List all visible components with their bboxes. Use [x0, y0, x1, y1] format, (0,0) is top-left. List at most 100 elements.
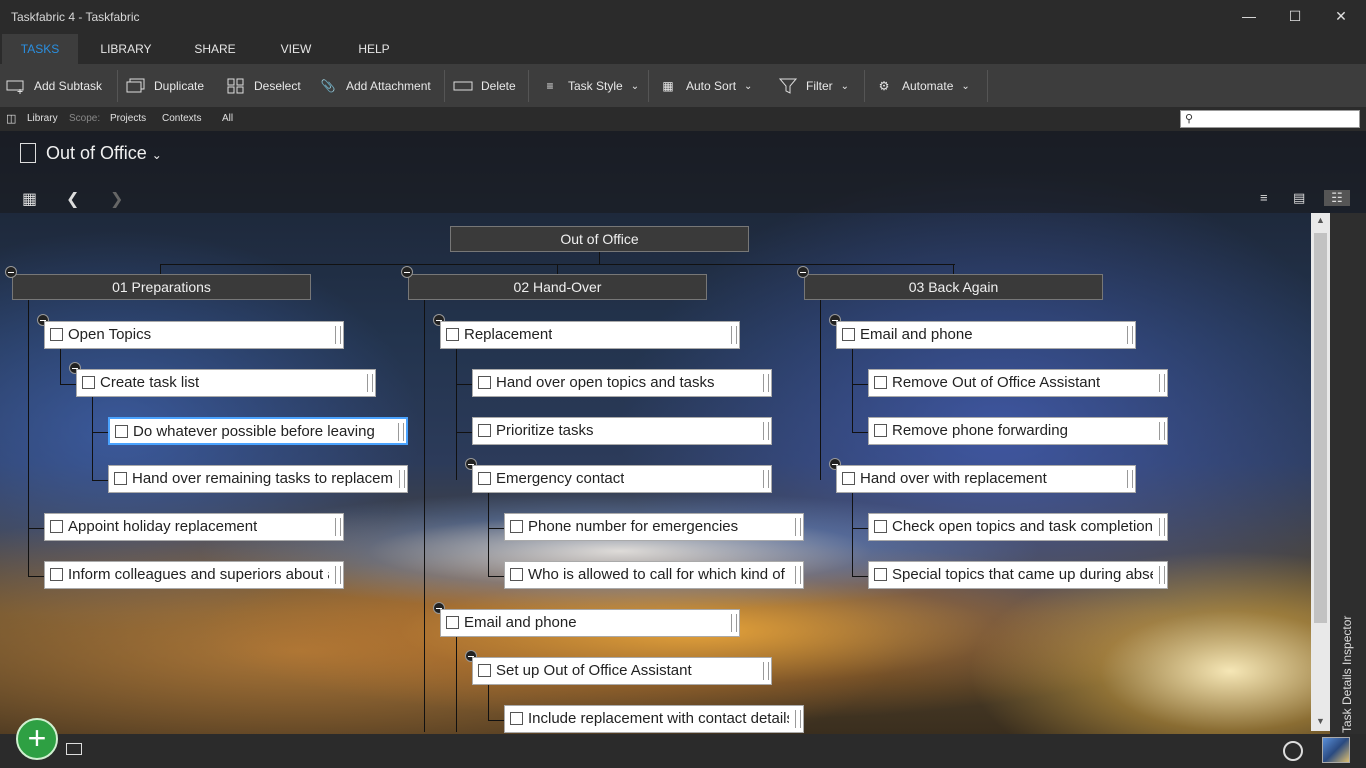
- task-checkbox[interactable]: [842, 328, 855, 341]
- background-thumbnail[interactable]: [1322, 737, 1350, 763]
- drag-handle-icon[interactable]: [1159, 422, 1165, 440]
- add-attachment-button[interactable]: 📎 Add Attachment: [318, 70, 431, 102]
- drag-handle-icon[interactable]: [335, 566, 341, 584]
- task-checkbox[interactable]: [115, 425, 128, 438]
- add-task-button[interactable]: +: [16, 718, 58, 760]
- task-checkbox[interactable]: [82, 376, 95, 389]
- task-style-dropdown[interactable]: ≡ Task Style ⌄: [540, 70, 639, 102]
- task-card[interactable]: Replacement: [440, 321, 740, 349]
- drag-handle-icon[interactable]: [795, 710, 801, 728]
- collapse-icon[interactable]: [797, 266, 809, 278]
- task-card[interactable]: Who is allowed to call for which kind of…: [504, 561, 804, 589]
- drag-handle-icon[interactable]: [335, 518, 341, 536]
- group-node-hand-over[interactable]: 02 Hand-Over: [408, 274, 707, 300]
- task-checkbox[interactable]: [478, 472, 491, 485]
- drag-handle-icon[interactable]: [1159, 518, 1165, 536]
- automate-dropdown[interactable]: ⚙ Automate ⌄: [874, 70, 970, 102]
- drag-handle-icon[interactable]: [763, 662, 769, 680]
- drag-handle-icon[interactable]: [731, 614, 737, 632]
- vertical-scrollbar[interactable]: ▲ ▼: [1311, 213, 1330, 731]
- filter-dropdown[interactable]: Filter ⌄: [778, 70, 849, 102]
- drag-handle-icon[interactable]: [335, 326, 341, 344]
- duplicate-button[interactable]: Duplicate: [126, 70, 204, 102]
- task-card[interactable]: Hand over with replacement: [836, 465, 1136, 493]
- task-checkbox[interactable]: [510, 568, 523, 581]
- search-input[interactable]: ⚲: [1180, 110, 1360, 128]
- add-subtask-button[interactable]: Add Subtask: [6, 70, 102, 102]
- tab-share[interactable]: SHARE: [180, 34, 250, 64]
- task-checkbox[interactable]: [50, 328, 63, 341]
- user-icon[interactable]: [1283, 741, 1303, 761]
- drag-handle-icon[interactable]: [1159, 374, 1165, 392]
- outline-view-icon[interactable]: ▤: [1293, 190, 1311, 206]
- scroll-down-icon[interactable]: ▼: [1316, 716, 1325, 726]
- mindmap-view-icon[interactable]: ☷: [1324, 190, 1350, 206]
- task-card[interactable]: Prioritize tasks: [472, 417, 772, 445]
- task-checkbox[interactable]: [114, 472, 127, 485]
- root-node[interactable]: Out of Office: [450, 226, 749, 252]
- task-checkbox[interactable]: [478, 376, 491, 389]
- maximize-icon[interactable]: ☐: [1272, 0, 1318, 32]
- task-checkbox[interactable]: [446, 616, 459, 629]
- task-checkbox[interactable]: [50, 520, 63, 533]
- auto-sort-dropdown[interactable]: ▦ Auto Sort ⌄: [658, 70, 752, 102]
- drag-handle-icon[interactable]: [367, 374, 373, 392]
- task-checkbox[interactable]: [50, 568, 63, 581]
- close-icon[interactable]: ✕: [1318, 0, 1364, 32]
- forward-icon[interactable]: ❯: [110, 189, 123, 209]
- group-node-preparations[interactable]: 01 Preparations: [12, 274, 311, 300]
- task-card[interactable]: Remove phone forwarding: [868, 417, 1168, 445]
- tab-help[interactable]: HELP: [342, 34, 406, 64]
- task-card[interactable]: Phone number for emergencies: [504, 513, 804, 541]
- library-toggle[interactable]: Library: [27, 113, 58, 124]
- task-card[interactable]: Remove Out of Office Assistant: [868, 369, 1168, 397]
- tab-library[interactable]: LIBRARY: [90, 34, 162, 64]
- task-checkbox[interactable]: [446, 328, 459, 341]
- drag-handle-icon[interactable]: [398, 423, 404, 441]
- library-panel-icon[interactable]: ◫: [6, 112, 16, 125]
- drag-handle-icon[interactable]: [763, 374, 769, 392]
- task-card[interactable]: Include replacement with contact details: [504, 705, 804, 733]
- drag-handle-icon[interactable]: [1127, 470, 1133, 488]
- delete-button[interactable]: Delete: [453, 70, 516, 102]
- scroll-up-icon[interactable]: ▲: [1316, 215, 1325, 225]
- task-card-selected[interactable]: Do whatever possible before leaving: [108, 417, 408, 445]
- scope-projects[interactable]: Projects: [110, 113, 146, 124]
- task-card[interactable]: Set up Out of Office Assistant: [472, 657, 772, 685]
- group-node-back-again[interactable]: 03 Back Again: [804, 274, 1103, 300]
- scrollbar-thumb[interactable]: [1314, 233, 1327, 623]
- drag-handle-icon[interactable]: [399, 470, 405, 488]
- inspector-panel[interactable]: Task Details Inspector: [1330, 213, 1366, 734]
- task-checkbox[interactable]: [874, 568, 887, 581]
- tab-view[interactable]: VIEW: [264, 34, 328, 64]
- task-checkbox[interactable]: [478, 664, 491, 677]
- task-card[interactable]: Email and phone: [440, 609, 740, 637]
- task-card[interactable]: Hand over remaining tasks to replacement: [108, 465, 408, 493]
- task-checkbox[interactable]: [874, 424, 887, 437]
- tab-tasks[interactable]: TASKS: [2, 34, 78, 64]
- drag-handle-icon[interactable]: [795, 566, 801, 584]
- task-card[interactable]: Create task list: [76, 369, 376, 397]
- scope-contexts[interactable]: Contexts: [162, 113, 201, 124]
- drag-handle-icon[interactable]: [763, 470, 769, 488]
- task-card[interactable]: Emergency contact: [472, 465, 772, 493]
- task-checkbox[interactable]: [842, 472, 855, 485]
- drag-handle-icon[interactable]: [1127, 326, 1133, 344]
- task-card[interactable]: Appoint holiday replacement: [44, 513, 344, 541]
- task-card[interactable]: Hand over open topics and tasks: [472, 369, 772, 397]
- collapse-icon[interactable]: [401, 266, 413, 278]
- task-checkbox[interactable]: [874, 520, 887, 533]
- collapse-icon[interactable]: [5, 266, 17, 278]
- task-checkbox[interactable]: [874, 376, 887, 389]
- drag-handle-icon[interactable]: [731, 326, 737, 344]
- drag-handle-icon[interactable]: [1159, 566, 1165, 584]
- task-card[interactable]: Check open topics and task completion: [868, 513, 1168, 541]
- minimize-icon[interactable]: —: [1226, 0, 1272, 32]
- task-card[interactable]: Email and phone: [836, 321, 1136, 349]
- grid-view-icon[interactable]: ▦: [22, 189, 37, 209]
- task-card[interactable]: Special topics that came up during absen…: [868, 561, 1168, 589]
- drag-handle-icon[interactable]: [795, 518, 801, 536]
- project-title-dropdown[interactable]: Out of Office ⌄: [46, 143, 162, 164]
- task-card[interactable]: Open Topics: [44, 321, 344, 349]
- task-checkbox[interactable]: [478, 424, 491, 437]
